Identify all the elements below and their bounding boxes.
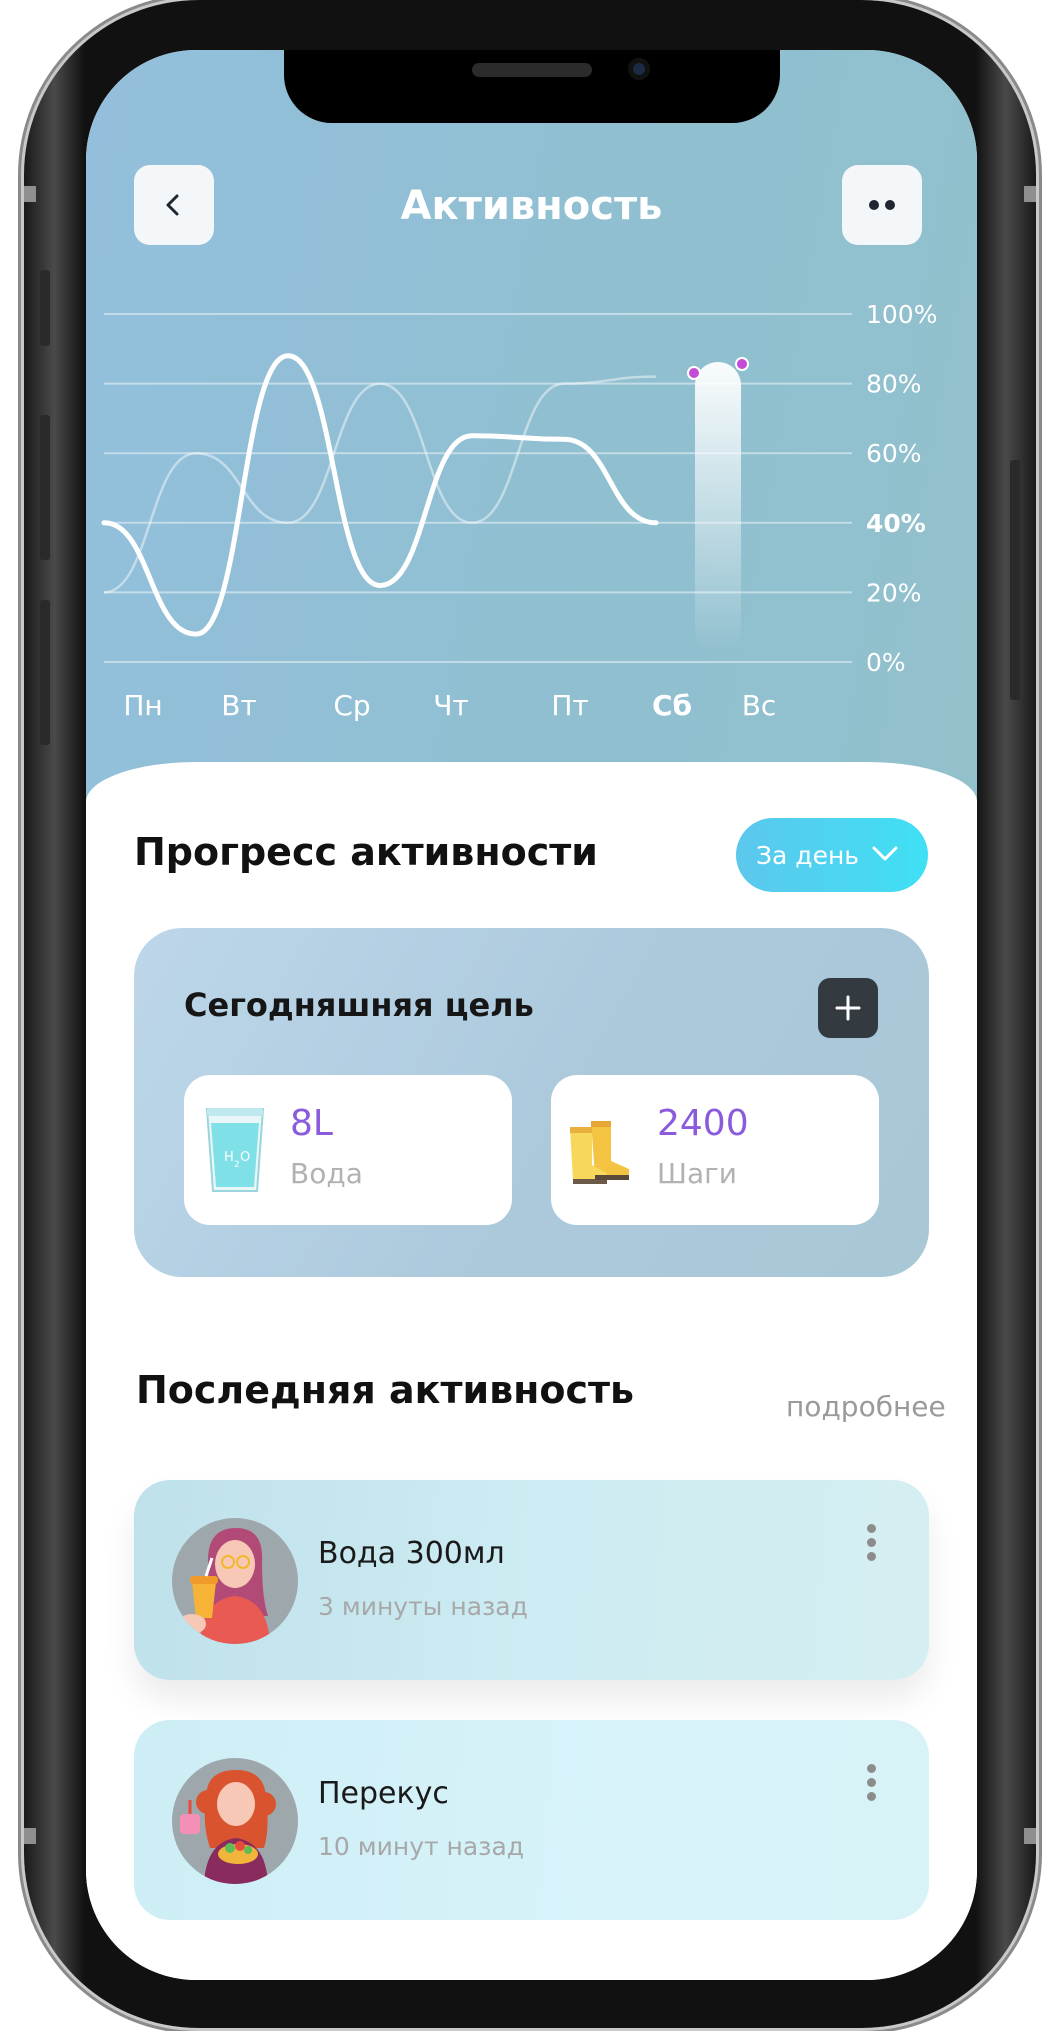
kebab-menu-icon[interactable] [867,1524,876,1561]
chart-x-tick-label[interactable]: Пт [551,689,588,722]
chart-x-tick-label[interactable]: Вс [742,689,777,722]
kebab-menu-icon[interactable] [867,1764,876,1801]
chart-y-tick-label: 60% [866,439,922,468]
avatar [172,1518,298,1644]
silent-switch [40,270,50,346]
chart-y-tick-label: 20% [866,578,922,607]
activity-chart: 100% 80% 60% 40% 20% 0% Пн Вт Ср Чт Пт Сб Вс [101,300,937,722]
chart-y-tick-label: 80% [866,370,922,399]
add-goal-button[interactable] [818,978,878,1038]
water-glass-icon: H 2 O [205,1108,265,1192]
chart-x-tick-label[interactable]: Вт [221,689,257,722]
chart-x-tick-label[interactable]: Пн [123,689,162,722]
chevron-down-icon [872,846,898,861]
selected-day-highlight [695,362,741,652]
volume-up-button [40,415,50,560]
activity-amount: 300 [405,1536,463,1571]
chart-point-marker [687,366,701,380]
avatar [172,1758,298,1884]
activity-item[interactable]: Перекус 10 минут назад [134,1720,929,1920]
speaker [472,63,592,77]
activity-title: Вода 300мл [318,1536,505,1571]
activity-header: Активность 100% 80% 60% 40% 20% 0% Пн Вт Ср Чт Пт… [86,50,977,830]
steps-label: Шаги [657,1157,738,1190]
antenna-band [24,1828,36,1844]
steps-goal-tile[interactable]: 2400 Шаги [551,1075,879,1225]
goal-title: Сегодняшняя цель [184,986,534,1024]
today-goal-card: Сегодняшняя цель H 2 O 8L Вода 2400 Шаги [134,928,929,1277]
steps-value: 2400 [657,1103,749,1144]
period-label: За день [756,840,860,870]
water-label: Вода [290,1157,363,1190]
water-goal-tile[interactable]: H 2 O 8L Вода [184,1075,512,1225]
svg-text:2: 2 [234,1160,240,1170]
chart-x-tick-label[interactable]: Сб [652,689,692,722]
boots-icon [570,1121,629,1184]
water-value: 8L [290,1103,333,1144]
more-link[interactable]: подробнее [786,1390,946,1423]
activity-time: 10 минут назад [318,1832,525,1861]
svg-text:O: O [240,1150,250,1165]
period-dropdown[interactable]: За день [736,818,928,892]
activity-title-text: Вода [318,1536,406,1571]
camera [628,58,650,80]
chart-point-marker [735,357,749,371]
plus-icon [835,995,861,1021]
antenna-band [1024,186,1036,202]
chart-x-tick-label[interactable]: Чт [433,689,469,722]
chart-series-secondary [103,375,657,594]
activity-title: Перекус [318,1776,449,1811]
more-dots-icon [869,200,895,210]
chart-y-tick-label: 0% [866,648,906,677]
antenna-band [24,186,36,202]
app-screen: Активность 100% 80% 60% 40% 20% 0% Пн Вт Ср Чт Пт… [86,50,977,1980]
svg-text:H: H [224,1150,234,1165]
more-options-button[interactable] [842,165,922,245]
activity-time: 3 минуты назад [318,1592,528,1621]
chart-x-tick-label[interactable]: Ср [333,689,370,722]
antenna-band [1024,1828,1036,1844]
activity-unit: мл [462,1536,505,1571]
power-button [1010,460,1020,700]
chart-y-tick-label: 100% [866,300,937,329]
recent-title: Последняя активность [136,1368,635,1412]
activity-item[interactable]: Вода 300мл 3 минуты назад [134,1480,929,1680]
notch [284,50,780,123]
chart-y-tick-label: 40% [866,509,926,538]
progress-title: Прогресс активности [134,830,598,874]
volume-down-button [40,600,50,745]
